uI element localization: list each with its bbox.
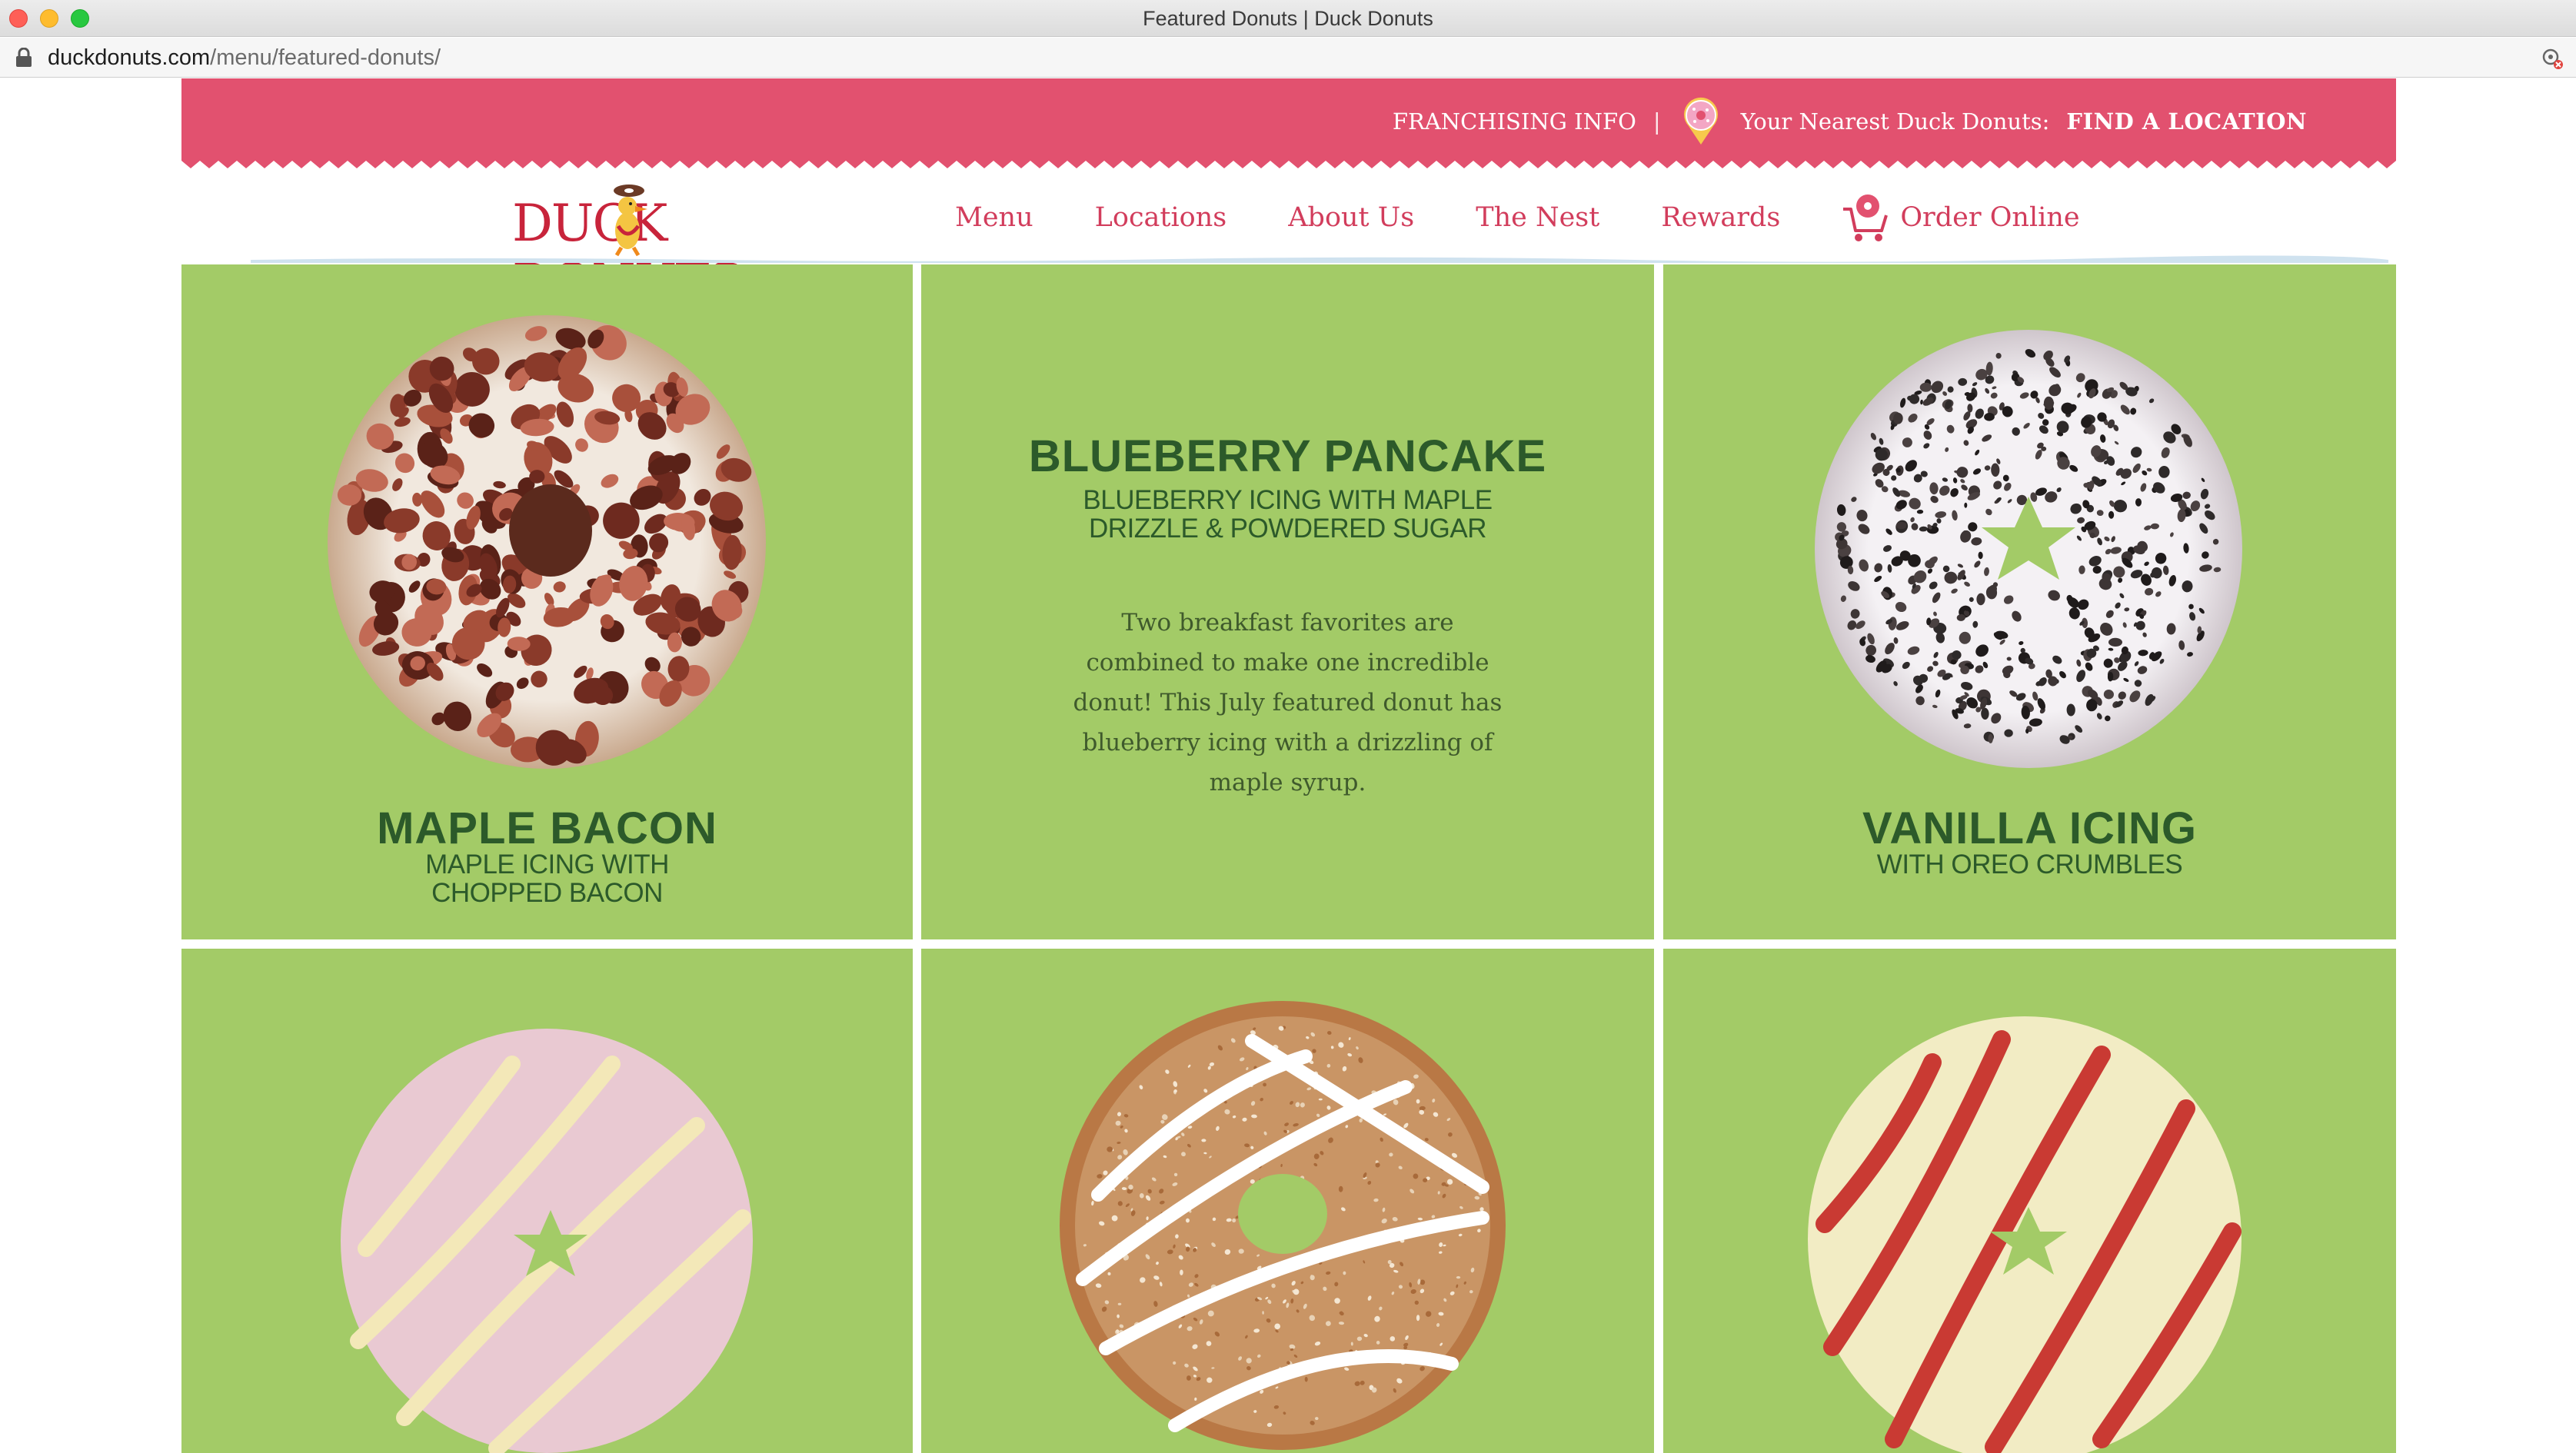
utility-links: FRANCHISING INFO | Your Nearest Duck Don… xyxy=(1393,97,2307,145)
duck-mascot-icon xyxy=(614,185,647,257)
extension-icon[interactable] xyxy=(2541,47,2564,70)
vanilla-oreo-title: VANILLA ICING xyxy=(1862,803,2198,853)
featured-donuts-grid: MAPLE BACON MAPLE ICING WITH CHOPPED BAC… xyxy=(181,264,2396,1453)
cinnamon-sugar-donut-image xyxy=(1060,1001,1506,1450)
order-online-label: Order Online xyxy=(1900,202,2080,233)
url-text[interactable]: duckdonuts.com/menu/featured-donuts/ xyxy=(48,38,441,78)
utility-bar: FRANCHISING INFO | Your Nearest Duck Don… xyxy=(181,78,2396,170)
address-bar[interactable]: duckdonuts.com/menu/featured-donuts/ xyxy=(0,38,2576,78)
maple-bacon-subtitle: MAPLE ICING WITH CHOPPED BACON xyxy=(425,850,669,908)
donut-tile-blueberry-pancake[interactable]: BLUEBERRY PANCAKE BLUEBERRY ICING WITH M… xyxy=(921,264,1654,939)
nav-locations[interactable]: Locations xyxy=(1095,202,1227,233)
nearest-location-label: Your Nearest Duck Donuts: xyxy=(1740,108,2050,135)
wavy-edge xyxy=(181,161,2396,170)
donut-tile-maple-bacon[interactable]: MAPLE BACON MAPLE ICING WITH CHOPPED BAC… xyxy=(181,264,913,939)
raspberry-drizzle-donut-image xyxy=(1808,1016,2242,1453)
nav-rewards[interactable]: Rewards xyxy=(1661,202,1780,233)
duck-donuts-logo[interactable]: DUCK DONUTS xyxy=(512,180,801,312)
primary-nav: Menu Locations About Us The Nest Rewards… xyxy=(955,192,2080,243)
donut-location-icon xyxy=(1683,97,1718,145)
window-title: Featured Donuts | Duck Donuts xyxy=(1143,7,1433,30)
blueberry-pancake-subtitle: BLUEBERRY ICING WITH MAPLE DRIZZLE & POW… xyxy=(1083,485,1493,544)
shopping-cart-icon xyxy=(1843,195,1889,241)
nav-order-online[interactable]: Order Online xyxy=(1842,192,2080,243)
maple-bacon-title: MAPLE BACON xyxy=(377,803,717,853)
utility-separator: | xyxy=(1652,108,1661,135)
url-path: /menu/featured-donuts/ xyxy=(210,45,441,70)
franchising-info-link[interactable]: FRANCHISING INFO xyxy=(1393,108,1636,135)
donut-tile-raspberry-drizzle[interactable] xyxy=(1663,949,2396,1453)
nav-menu[interactable]: Menu xyxy=(955,202,1033,233)
url-host: duckdonuts.com xyxy=(48,45,211,70)
browser-titlebar: Featured Donuts | Duck Donuts xyxy=(0,0,2576,37)
main-navbar: DUCK DONUTS Menu Locations About Us The … xyxy=(181,169,2396,312)
find-location-link[interactable]: FIND A LOCATION xyxy=(2066,108,2307,135)
site-header: FRANCHISING INFO | Your Nearest Duck Don… xyxy=(181,78,2396,312)
donut-tile-vanilla-oreo[interactable]: VANILLA ICING WITH OREO CRUMBLES xyxy=(1663,264,2396,939)
donut-tile-cinnamon-drizzle[interactable] xyxy=(921,949,1654,1453)
strawberry-drizzle-donut-image xyxy=(341,1029,753,1453)
nav-the-nest[interactable]: The Nest xyxy=(1476,202,1599,233)
brushed-divider xyxy=(251,255,2388,263)
donut-tile-pink-drizzle[interactable] xyxy=(181,949,913,1453)
blueberry-pancake-title: BLUEBERRY PANCAKE xyxy=(1028,431,1547,481)
blueberry-pancake-description: Two breakfast favorites are combined to … xyxy=(1073,609,1503,796)
vanilla-oreo-subtitle: WITH OREO CRUMBLES xyxy=(1876,850,2183,879)
nav-about-us[interactable]: About Us xyxy=(1288,202,1414,233)
lock-icon xyxy=(16,48,32,67)
vanilla-oreo-donut-image xyxy=(1815,330,2242,768)
maple-bacon-donut-image xyxy=(328,315,766,769)
